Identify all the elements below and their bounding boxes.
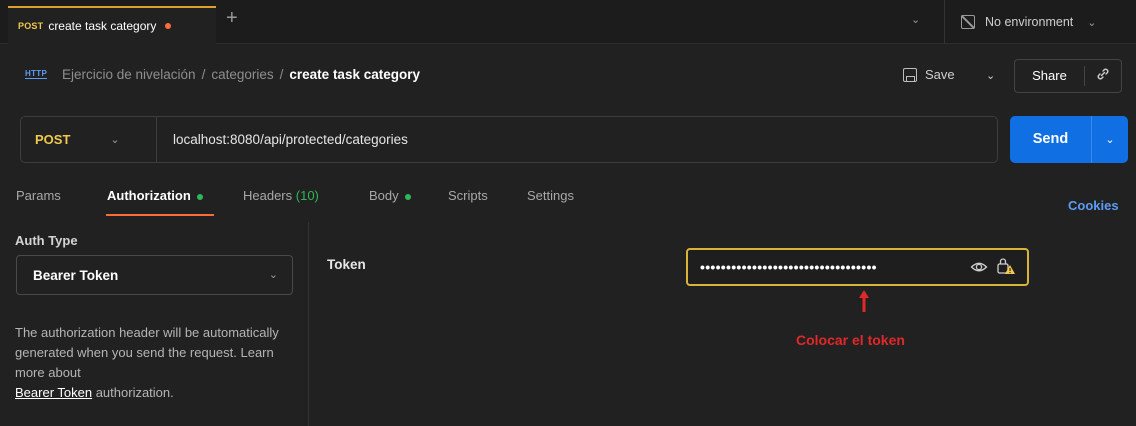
save-options-chevron-down-icon[interactable]: ⌄ — [986, 69, 995, 82]
no-environment-icon — [961, 15, 975, 29]
http-icon: HTTP — [25, 69, 48, 79]
request-tabs: Params Authorization Headers (10) Body S… — [0, 172, 1136, 222]
tab-bar: POST create task category + ⌄ No environ… — [0, 0, 1136, 44]
breadcrumb-row: HTTP Ejercicio de nivelación / categories /… — [0, 44, 1136, 106]
active-tab-underline — [106, 214, 214, 216]
auth-type-value: Bearer Token — [33, 267, 119, 283]
tab-authorization[interactable]: Authorization — [107, 188, 203, 203]
tab-authorization-label: Authorization — [107, 188, 191, 203]
breadcrumb-separator: / — [279, 67, 284, 82]
new-tab-button[interactable]: + — [226, 8, 238, 28]
token-input[interactable]: •••••••••••••••••••••••••••••••••• — [686, 248, 1029, 286]
tab-title: create task category — [48, 19, 157, 33]
bearer-token-link[interactable]: Bearer Token — [15, 385, 92, 400]
token-value: •••••••••••••••••••••••••••••••••• — [700, 259, 877, 275]
chevron-down-icon: ⌄ — [268, 269, 278, 281]
lock-warning-icon[interactable] — [996, 256, 1016, 276]
tab-method: POST — [18, 21, 44, 31]
tab-scripts[interactable]: Scripts — [448, 188, 488, 203]
send-button[interactable]: Send — [1010, 116, 1092, 163]
method-label: POST — [35, 132, 71, 147]
send-options-chevron-down-icon[interactable]: ⌄ — [1092, 133, 1128, 146]
annotation-arrow-icon — [859, 290, 869, 312]
status-dot-icon — [404, 193, 411, 200]
method-selector[interactable]: POST ⌄ — [21, 117, 157, 162]
tabs-dropdown-chevron-down-icon[interactable]: ⌄ — [911, 13, 920, 26]
unsaved-dot-icon — [165, 23, 172, 29]
breadcrumb: Ejercicio de nivelación / categories / creat… — [62, 67, 420, 82]
chevron-down-icon: ⌄ — [110, 134, 120, 146]
annotation-text: Colocar el token — [796, 332, 905, 348]
auth-description: The authorization header will be automat… — [15, 323, 305, 403]
save-icon — [903, 67, 917, 82]
token-label: Token — [327, 257, 366, 272]
url-input[interactable]: localhost:8080/api/protected/categories — [157, 132, 408, 147]
breadcrumb-collection[interactable]: Ejercicio de nivelación — [62, 67, 196, 82]
save-label: Save — [925, 67, 955, 82]
auth-description-suffix: authorization. — [92, 385, 174, 400]
link-icon[interactable] — [1085, 66, 1121, 86]
breadcrumb-request[interactable]: create task category — [289, 67, 420, 82]
tab-settings[interactable]: Settings — [527, 188, 574, 203]
auth-description-text: The authorization header will be automat… — [15, 325, 279, 380]
url-bar: POST ⌄ localhost:8080/api/protected/cate… — [20, 116, 998, 163]
tab-params[interactable]: Params — [16, 188, 61, 203]
chevron-down-icon: ⌄ — [1087, 16, 1097, 29]
share-button[interactable]: Share — [1015, 66, 1085, 86]
link-icon-svg — [1097, 68, 1109, 80]
environment-selector[interactable]: No environment ⌄ — [944, 0, 1136, 44]
cookies-link[interactable]: Cookies — [1068, 198, 1119, 213]
send-group: Send ⌄ — [1010, 116, 1128, 163]
eye-icon[interactable] — [970, 258, 988, 276]
request-tab[interactable]: POST create task category — [8, 6, 216, 44]
save-button[interactable]: Save — [903, 67, 955, 82]
auth-type-panel: Auth Type Bearer Token ⌄ The authorizati… — [0, 222, 309, 426]
headers-count: (10) — [295, 188, 319, 203]
tab-headers[interactable]: Headers (10) — [243, 188, 319, 203]
auth-type-label: Auth Type — [15, 233, 78, 248]
breadcrumb-separator: / — [201, 67, 206, 82]
tab-body[interactable]: Body — [369, 188, 411, 203]
tab-headers-label: Headers — [243, 188, 293, 203]
tab-body-label: Body — [369, 188, 399, 203]
share-group: Share — [1014, 59, 1122, 93]
environment-label: No environment — [985, 15, 1074, 29]
auth-type-select[interactable]: Bearer Token ⌄ — [16, 255, 293, 295]
status-dot-icon — [196, 193, 203, 200]
breadcrumb-folder[interactable]: categories — [211, 67, 273, 82]
